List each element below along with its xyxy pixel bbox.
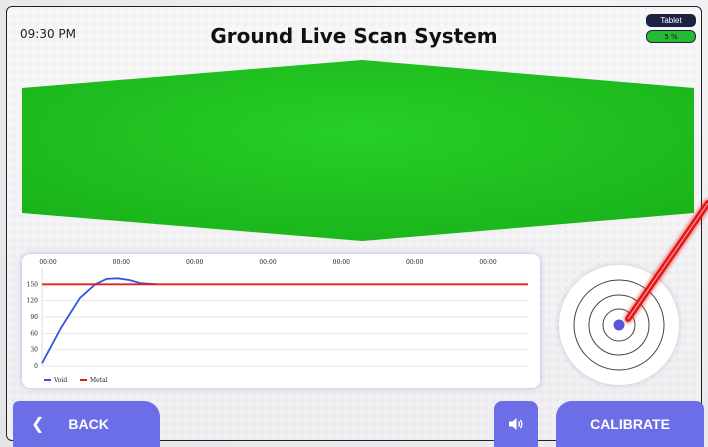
- y-tick-label: 60: [30, 330, 38, 337]
- battery-indicator: 5 %: [646, 30, 696, 43]
- x-tick-label: 00:00: [113, 259, 130, 266]
- y-tick-label: 30: [30, 347, 38, 354]
- signal-graph: 0 30 60 90 120 150 00:00 00:00 00:00 00:00 00:00 00…: [22, 254, 540, 388]
- sound-button[interactable]: [494, 401, 538, 447]
- y-tick-label: 0: [34, 363, 38, 370]
- radar-dot: [613, 319, 625, 331]
- series-line-void: [41, 277, 156, 364]
- device-status: Tablet 5 %: [646, 14, 696, 43]
- x-tick-label: 00:00: [406, 259, 423, 266]
- y-tick-label: 150: [27, 281, 39, 288]
- speaker-icon: [509, 418, 523, 430]
- y-tick-label: 90: [30, 314, 38, 321]
- radar-display: [559, 265, 679, 385]
- y-tick-label: 120: [27, 298, 39, 305]
- back-button[interactable]: ❮ BACK: [13, 401, 160, 447]
- signal-chart-svg: 0 30 60 90 120 150 00:00 00:00 00:00 00:00 00:00 00…: [27, 259, 528, 384]
- x-tick-label: 00:00: [259, 259, 276, 266]
- scan-surface: [22, 60, 694, 241]
- calibrate-button[interactable]: CALIBRATE: [556, 401, 704, 447]
- x-tick-label: 00:00: [479, 259, 496, 266]
- legend-label-metal: Metal: [90, 377, 108, 384]
- x-tick-label: 00:00: [39, 259, 56, 266]
- calibrate-label: CALIBRATE: [590, 416, 670, 432]
- x-tick-label: 00:00: [186, 259, 203, 266]
- chevron-left-icon: ❮: [31, 416, 45, 433]
- page-title: Ground Live Scan System: [210, 24, 498, 48]
- legend-label-void: Void: [53, 377, 67, 384]
- device-label: Tablet: [646, 14, 696, 27]
- scan-display: [22, 60, 694, 242]
- x-tick-label: 00:00: [333, 259, 350, 266]
- back-label: BACK: [68, 416, 109, 432]
- battery-percent: 5 %: [664, 32, 678, 41]
